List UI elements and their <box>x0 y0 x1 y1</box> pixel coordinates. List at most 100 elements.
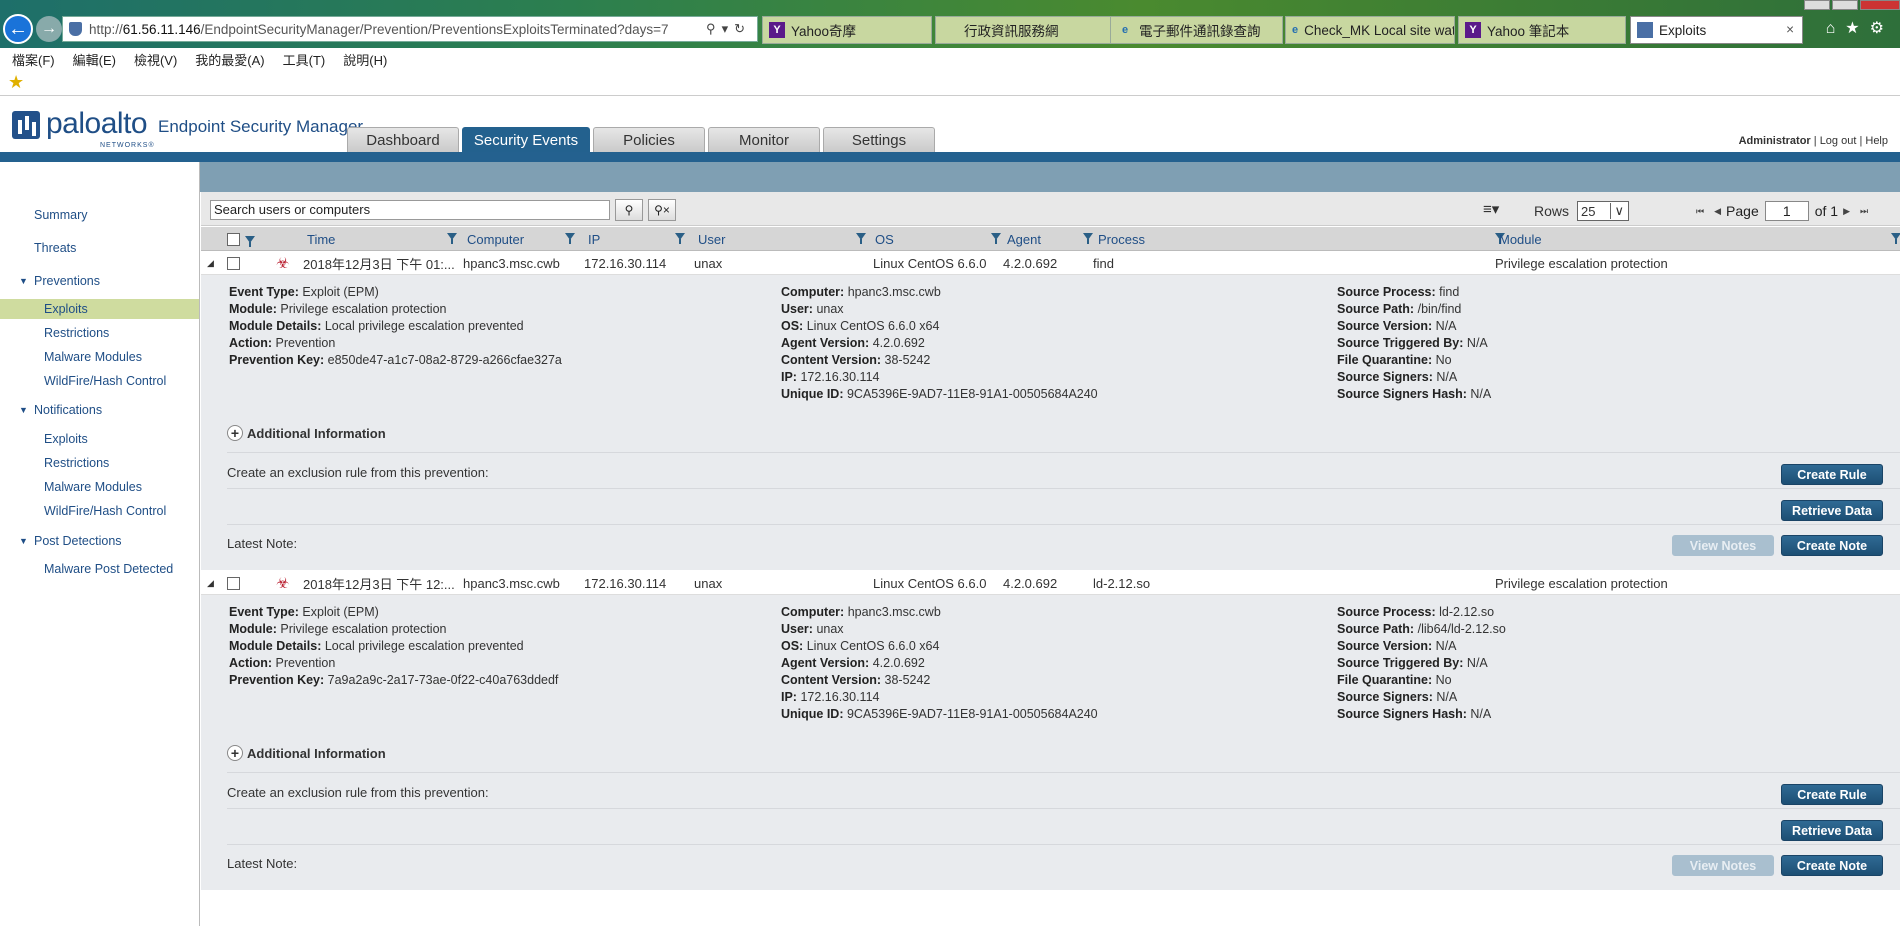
browser-menu-item[interactable]: 編輯(E) <box>73 50 116 69</box>
search-input[interactable]: Search users or computers <box>210 200 610 220</box>
additional-info-toggle[interactable]: + Additional Information <box>227 425 386 441</box>
maximize-button[interactable] <box>1832 0 1858 10</box>
filter-icon[interactable] <box>565 233 575 244</box>
additional-info-toggle[interactable]: + Additional Information <box>227 745 386 761</box>
detail-value: /bin/find <box>1417 302 1462 316</box>
column-header-agent[interactable]: Agent <box>1007 227 1041 251</box>
rows-select[interactable]: 25 ∨ <box>1577 201 1630 221</box>
nav-tab-policies[interactable]: Policies <box>593 127 705 153</box>
sidebar-item-summary[interactable]: Summary <box>0 205 199 225</box>
column-header-process[interactable]: Process <box>1098 227 1145 251</box>
browser-tools-icons[interactable]: ⌂★⚙ <box>1826 18 1894 38</box>
nav-tab-monitor[interactable]: Monitor <box>708 127 820 153</box>
sidebar-item-prevention[interactable]: Restrictions <box>0 323 199 343</box>
select-menu-icon[interactable] <box>245 236 255 247</box>
help-link[interactable]: Help <box>1865 135 1888 147</box>
filter-icon[interactable] <box>675 233 685 244</box>
nav-tab-security-events[interactable]: Security Events <box>462 127 590 153</box>
last-page-icon[interactable]: ⏭ <box>1860 206 1868 217</box>
sidebar-item-prevention-label: WildFire/Hash Control <box>44 374 167 388</box>
retrieve-data-button[interactable]: Retrieve Data <box>1781 820 1883 841</box>
column-header-user[interactable]: User <box>698 227 725 251</box>
sidebar-item-threats[interactable]: Threats <box>0 238 199 258</box>
logout-link[interactable]: Log out <box>1820 135 1857 147</box>
create-rule-button[interactable]: Create Rule <box>1781 784 1883 805</box>
table-row[interactable]: ◢ ☣ 2018年12月3日 下午 12:... hpanc3.msc.cwb 172.… <box>201 571 1900 595</box>
browser-menu-item[interactable]: 工具(T) <box>283 50 326 69</box>
view-notes-button[interactable]: View Notes <box>1672 855 1774 876</box>
sidebar-item-prevention[interactable]: WildFire/Hash Control <box>0 371 199 391</box>
next-page-icon[interactable]: ▶ <box>1843 206 1850 217</box>
browser-menu-item[interactable]: 說明(H) <box>343 50 387 69</box>
sidebar-item-prevention[interactable]: Exploits <box>0 299 199 319</box>
collapse-row-icon[interactable]: ◢ <box>207 571 214 595</box>
collapse-row-icon[interactable]: ◢ <box>207 251 214 275</box>
sidebar-item-notifications[interactable]: Notifications <box>0 400 199 420</box>
create-note-button[interactable]: Create Note <box>1781 535 1883 556</box>
favorites-star-icon[interactable]: ★ <box>8 72 24 93</box>
detail-field: Module Details: Local privilege escalati… <box>229 638 524 655</box>
page-of-label: of 1 <box>1814 203 1839 219</box>
column-menu-icon[interactable]: ≡▾ <box>1483 200 1499 218</box>
browser-tab[interactable]: Exploits × <box>1630 16 1803 44</box>
create-rule-button[interactable]: Create Rule <box>1781 464 1883 485</box>
detail-field: OS: Linux CentOS 6.6.0 x64 <box>781 318 939 335</box>
column-header-module[interactable]: Module <box>1499 227 1542 251</box>
browser-tab[interactable]: Y Yahoo奇摩 <box>762 16 932 44</box>
close-window-button[interactable] <box>1860 0 1900 10</box>
select-all-checkbox[interactable] <box>227 227 240 251</box>
browser-tab-label: 電子郵件通訊錄查詢 <box>1139 24 1261 39</box>
checkbox-box[interactable] <box>227 576 240 590</box>
nav-tab-dashboard[interactable]: Dashboard <box>347 127 459 153</box>
detail-key: Source Process: <box>1337 605 1436 619</box>
browser-tab[interactable]: 行政資訊服務網 <box>935 16 1113 44</box>
close-tab-icon[interactable]: × <box>1786 22 1794 37</box>
prev-page-icon[interactable]: ◀ <box>1714 206 1721 217</box>
column-header-computer[interactable]: Computer <box>467 227 524 251</box>
sidebar-item-notification[interactable]: Exploits <box>0 429 199 449</box>
advanced-search-button[interactable]: ⚲× <box>648 199 676 221</box>
address-tools-icon[interactable]: ⚲▾↻ <box>706 21 751 37</box>
browser-menu-item[interactable]: 我的最愛(A) <box>195 50 264 69</box>
filter-icon[interactable] <box>447 233 457 244</box>
browser-tab[interactable]: e 電子郵件通訊錄查詢 <box>1110 16 1283 44</box>
filter-icon[interactable] <box>856 233 866 244</box>
search-button[interactable]: ⚲ <box>615 199 643 221</box>
browser-menu-item[interactable]: 檢視(V) <box>134 50 177 69</box>
minimize-button[interactable] <box>1804 0 1830 10</box>
sidebar-item-post-detections[interactable]: Post Detections <box>0 531 199 551</box>
sidebar-item-prevention[interactable]: Malware Modules <box>0 347 199 367</box>
filter-icon[interactable] <box>1083 233 1093 244</box>
column-header-ip[interactable]: IP <box>588 227 600 251</box>
checkbox-box[interactable] <box>227 256 240 270</box>
address-bar[interactable]: http://61.56.11.146/EndpointSecurityMana… <box>62 16 758 42</box>
create-note-button[interactable]: Create Note <box>1781 855 1883 876</box>
detail-key: User: <box>781 622 813 636</box>
browser-tab[interactable]: Y Yahoo 筆記本 <box>1458 16 1626 44</box>
row-checkbox[interactable] <box>227 571 240 595</box>
row-checkbox[interactable] <box>227 251 240 275</box>
first-page-icon[interactable]: ⏮ <box>1696 206 1704 217</box>
detail-value: unax <box>816 622 844 636</box>
sidebar-item-preventions[interactable]: Preventions <box>0 271 199 291</box>
detail-key: Event Type: <box>229 605 299 619</box>
view-notes-button[interactable]: View Notes <box>1672 535 1774 556</box>
table-row[interactable]: ◢ ☣ 2018年12月3日 下午 01:... hpanc3.msc.cwb 172.… <box>201 251 1900 275</box>
back-button[interactable]: ← <box>3 14 33 44</box>
forward-button[interactable]: → <box>36 16 62 42</box>
sidebar-item-notification[interactable]: Malware Modules <box>0 477 199 497</box>
browser-menu-item[interactable]: 檔案(F) <box>12 50 55 69</box>
sidebar-item-notification[interactable]: WildFire/Hash Control <box>0 501 199 521</box>
sidebar-item-post[interactable]: Malware Post Detected <box>0 559 199 579</box>
sidebar-item-notification[interactable]: Restrictions <box>0 453 199 473</box>
column-header-time[interactable]: Time <box>307 227 335 251</box>
retrieve-data-button[interactable]: Retrieve Data <box>1781 500 1883 521</box>
column-header-os[interactable]: OS <box>875 227 894 251</box>
detail-value: Linux CentOS 6.6.0 x64 <box>806 319 940 333</box>
nav-tab-settings[interactable]: Settings <box>823 127 935 153</box>
app-header: paloalto NETWORKS® Endpoint Security Man… <box>0 97 1900 153</box>
browser-tab[interactable]: e Check_MK Local site wat... <box>1285 16 1455 44</box>
filter-icon[interactable] <box>1891 233 1900 244</box>
filter-icon[interactable] <box>991 233 1001 244</box>
page-input[interactable]: 1 <box>1764 201 1809 221</box>
